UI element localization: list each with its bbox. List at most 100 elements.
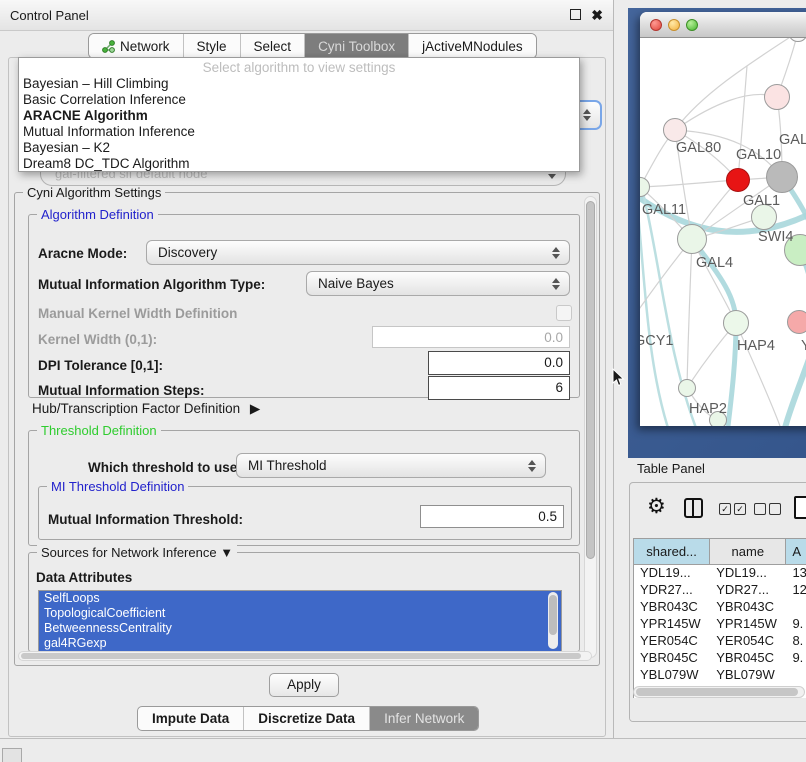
mi-steps-label: Mutual Information Steps: xyxy=(38,383,205,398)
application-window: Control Panel ✖ Network Style Select Cyn… xyxy=(0,0,806,762)
table-row[interactable]: YDL19...YDL19...13 xyxy=(634,565,806,582)
network-node-label: GAL1 xyxy=(743,193,780,209)
table-row[interactable]: YER054CYER054C8. xyxy=(634,633,806,650)
document-icon[interactable] xyxy=(794,496,806,519)
table-horizontal-scrollbar[interactable] xyxy=(633,686,805,698)
expand-right-icon: ▶ xyxy=(250,401,260,416)
data-attribute-item[interactable]: SelfLoops xyxy=(39,591,561,606)
collapse-down-icon[interactable]: ▼ xyxy=(220,545,233,560)
tab-style[interactable]: Style xyxy=(184,34,241,58)
network-window-titlebar[interactable] xyxy=(640,12,806,38)
settings-horizontal-scrollbar[interactable] xyxy=(18,651,592,661)
table-cell: 13 xyxy=(786,565,806,582)
table-row[interactable]: YBR043CYBR043C xyxy=(634,599,806,616)
algorithm-option-list: Bayesian – Hill ClimbingBasic Correlatio… xyxy=(19,76,579,172)
data-attribute-item[interactable]: gal4RGexp xyxy=(39,636,561,651)
tab-cyni-toolbox[interactable]: Cyni Toolbox xyxy=(305,34,409,58)
checkbox-unchecked-icon xyxy=(754,503,766,515)
algorithm-option[interactable]: ARACNE Algorithm xyxy=(19,108,579,124)
tab-network-label: Network xyxy=(120,39,170,54)
mi-threshold-field[interactable]: 0.5 xyxy=(420,505,564,528)
node-table: shared... name A YDL19...YDL19...13YDR27… xyxy=(633,538,806,701)
table-cell: 12 xyxy=(786,582,806,599)
scrollbar-thumb[interactable] xyxy=(549,595,557,635)
network-node[interactable] xyxy=(723,310,749,336)
attributes-scrollbar[interactable] xyxy=(548,592,558,649)
network-node[interactable] xyxy=(787,310,806,334)
zoom-traffic-light-icon[interactable] xyxy=(686,19,698,31)
apply-button[interactable]: Apply xyxy=(269,673,339,697)
network-node-label: HAP2 xyxy=(689,401,727,417)
sources-title-text: Sources for Network Inference xyxy=(41,545,217,560)
tab-network[interactable]: Network xyxy=(89,34,184,58)
dpi-tolerance-field[interactable]: 0.0 xyxy=(428,351,570,375)
network-node[interactable] xyxy=(726,168,750,192)
bottom-tabs: Impute Data Discretize Data Infer Networ… xyxy=(137,706,479,731)
network-node-label: GAL4 xyxy=(696,255,733,271)
column-header-partial[interactable]: A xyxy=(786,539,806,564)
mi-steps-field[interactable]: 6 xyxy=(428,376,570,400)
table-row[interactable]: YBL079WYBL079W xyxy=(634,667,806,684)
table-cell: YBL079W xyxy=(634,667,710,684)
minimized-panel-chip[interactable] xyxy=(2,748,22,762)
algorithm-prompt: Select algorithm to view settings xyxy=(19,60,579,75)
network-node[interactable] xyxy=(663,118,687,142)
tab-select[interactable]: Select xyxy=(241,34,306,58)
algorithm-option[interactable]: Bayesian – Hill Climbing xyxy=(19,76,579,92)
scrollbar-thumb[interactable] xyxy=(586,201,595,559)
table-cell: YPR145W xyxy=(634,616,710,633)
mi-type-combo[interactable]: Naive Bayes xyxy=(306,271,570,296)
column-header-name[interactable]: name xyxy=(710,539,786,564)
table-cell: YBR043C xyxy=(710,599,786,616)
table-row[interactable]: YPR145WYPR145W9. xyxy=(634,616,806,633)
data-attribute-item[interactable]: BetweennessCentrality xyxy=(39,621,561,636)
split-view-icon[interactable] xyxy=(684,498,703,518)
mi-threshold-label: Mutual Information Threshold: xyxy=(48,512,243,527)
kernel-width-field[interactable]: 0.0 xyxy=(372,326,570,348)
network-node[interactable] xyxy=(677,224,707,254)
table-toolbar: ⚙ ✓ ✓ xyxy=(630,491,806,531)
combo-arrows-icon xyxy=(528,459,537,473)
network-window[interactable]: GALGAL80GAL10GAL11GAL1SWI4GAL4GCY1HAP4YH… xyxy=(640,12,806,426)
scrollbar-thumb[interactable] xyxy=(636,688,798,696)
close-traffic-light-icon[interactable] xyxy=(650,19,662,31)
which-threshold-combo[interactable]: MI Threshold xyxy=(236,453,546,478)
network-node[interactable] xyxy=(764,84,790,110)
manual-kernel-checkbox[interactable] xyxy=(556,305,572,321)
which-threshold-label: Which threshold to use: xyxy=(88,460,242,475)
table-cell: YDL19... xyxy=(634,565,710,582)
network-node[interactable] xyxy=(766,161,798,193)
float-window-button[interactable] xyxy=(570,9,581,22)
tab-discretize-data[interactable]: Discretize Data xyxy=(244,707,370,730)
network-node[interactable] xyxy=(678,379,696,397)
table-settings-gear-icon[interactable]: ⚙ xyxy=(647,494,666,519)
tab-jactivemnodules[interactable]: jActiveMNodules xyxy=(409,34,536,58)
table-cell: 9. xyxy=(786,650,806,667)
network-node-label: HAP4 xyxy=(737,338,775,354)
close-button[interactable]: ✖ xyxy=(591,9,603,22)
algorithm-option[interactable]: Bayesian – K2 xyxy=(19,140,579,156)
network-canvas[interactable]: GALGAL80GAL10GAL11GAL1SWI4GAL4GCY1HAP4YH… xyxy=(640,38,806,426)
tab-impute-data[interactable]: Impute Data xyxy=(138,707,244,730)
table-row[interactable]: YBR045CYBR045C9. xyxy=(634,650,806,667)
minimize-traffic-light-icon[interactable] xyxy=(668,19,680,31)
select-all-columns-icon[interactable]: ✓ ✓ xyxy=(719,503,746,515)
table-row[interactable]: YDR27...YDR27...12 xyxy=(634,582,806,599)
algorithm-option[interactable]: Dream8 DC_TDC Algorithm xyxy=(19,156,579,172)
hub-factor-expander[interactable]: Hub/Transcription Factor Definition ▶ xyxy=(32,401,260,417)
control-panel-tabs: Network Style Select Cyni Toolbox jActiv… xyxy=(88,33,537,59)
algorithm-option[interactable]: Basic Correlation Inference xyxy=(19,92,579,108)
aracne-mode-combo[interactable]: Discovery xyxy=(146,240,570,265)
algorithm-definition-title: Algorithm Definition xyxy=(37,207,158,222)
deselect-all-columns-icon[interactable] xyxy=(754,503,781,515)
column-header-shared-name[interactable]: shared... xyxy=(634,539,710,564)
data-attributes-list[interactable]: SelfLoopsTopologicalCoefficientBetweenne… xyxy=(38,590,562,654)
scrollbar-thumb[interactable] xyxy=(21,653,581,659)
mi-threshold-title: MI Threshold Definition xyxy=(47,479,188,494)
data-attribute-item[interactable]: TopologicalCoefficient xyxy=(39,606,561,621)
settings-vertical-scrollbar[interactable] xyxy=(584,196,597,658)
algorithm-option[interactable]: Mutual Information Inference xyxy=(19,124,579,140)
tab-infer-network[interactable]: Infer Network xyxy=(370,707,478,730)
aracne-mode-value: Discovery xyxy=(158,245,217,260)
cyni-algorithm-settings-title: Cyni Algorithm Settings xyxy=(23,185,165,200)
